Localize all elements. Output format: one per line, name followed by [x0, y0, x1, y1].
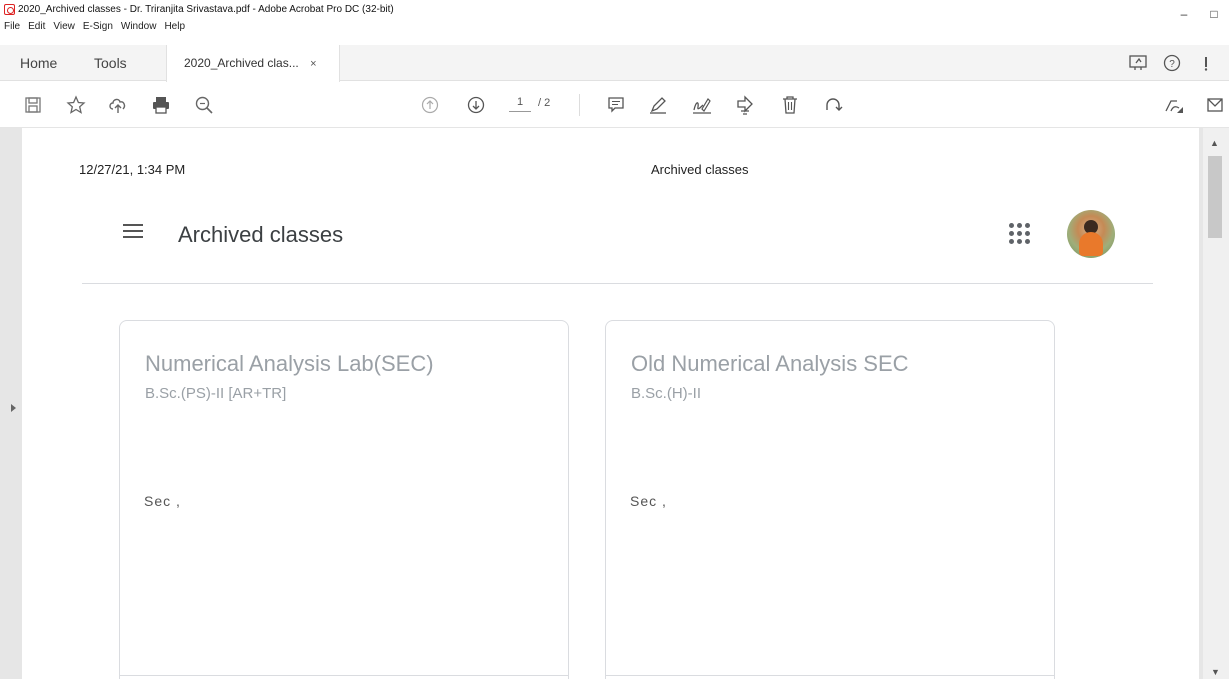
toolbar-divider	[579, 94, 580, 116]
pen-icon[interactable]	[647, 94, 669, 116]
class-card-section-text: Sec ,	[630, 493, 667, 509]
maximize-button[interactable]: □	[1199, 7, 1229, 21]
class-card: Old Numerical Analysis SEC B.Sc.(H)-II S…	[605, 320, 1055, 679]
page-total: / 2	[538, 97, 551, 109]
window-title: 2020_Archived classes - Dr. Triranjita S…	[18, 3, 394, 15]
tab-tools[interactable]: Tools	[94, 45, 127, 81]
close-tab-icon[interactable]: ×	[310, 58, 316, 70]
notifications-icon[interactable]	[1195, 53, 1217, 73]
share-icon[interactable]	[1163, 94, 1185, 116]
vertical-scrollbar[interactable]: ▲ ▼	[1203, 128, 1229, 679]
left-panel-toggle[interactable]	[0, 128, 22, 679]
tab-document[interactable]: 2020_Archived clas... ×	[166, 45, 340, 82]
class-card-subtitle: B.Sc.(H)-II	[631, 385, 701, 402]
menu-help[interactable]: Help	[164, 21, 185, 32]
hamburger-menu-icon	[123, 224, 143, 238]
menu-edit[interactable]: Edit	[28, 21, 45, 32]
menu-view[interactable]: View	[53, 21, 75, 32]
help-icon[interactable]: ?	[1161, 53, 1183, 73]
print-icon[interactable]	[150, 94, 172, 116]
scroll-thumb[interactable]	[1208, 156, 1222, 238]
pdf-page: 12/27/21, 1:34 PM Archived classes Archi…	[22, 128, 1199, 679]
menu-bar: File Edit View E-Sign Window Help	[0, 18, 193, 34]
card-footer-divider	[606, 675, 1054, 676]
stamp-icon[interactable]	[735, 94, 757, 116]
rotate-icon[interactable]	[822, 94, 844, 116]
cloud-upload-icon[interactable]	[107, 94, 129, 116]
trash-icon[interactable]	[779, 94, 801, 116]
arrow-up-circle-icon[interactable]	[419, 94, 441, 116]
class-card: Numerical Analysis Lab(SEC) B.Sc.(PS)-II…	[119, 320, 569, 679]
apps-grid-icon	[1009, 223, 1031, 245]
window-title-bar: 2020_Archived classes - Dr. Triranjita S…	[0, 0, 1229, 18]
pdf-print-title: Archived classes	[651, 162, 749, 177]
page-title: Archived classes	[178, 222, 344, 247]
share-screen-icon[interactable]	[1127, 53, 1149, 73]
expand-arrow-icon[interactable]	[11, 404, 16, 412]
class-card-subtitle: B.Sc.(PS)-II [AR+TR]	[145, 385, 287, 402]
email-icon[interactable]	[1204, 94, 1226, 116]
class-card-title: Old Numerical Analysis SEC	[631, 351, 909, 376]
class-card-section-text: Sec ,	[144, 493, 181, 509]
sign-icon[interactable]	[691, 94, 713, 116]
svg-text:?: ?	[1169, 59, 1175, 70]
document-viewer: 12/27/21, 1:34 PM Archived classes Archi…	[0, 128, 1229, 679]
minimize-button[interactable]: –	[1169, 7, 1199, 21]
pdf-print-timestamp: 12/27/21, 1:34 PM	[79, 162, 186, 177]
arrow-down-circle-icon[interactable]	[465, 94, 487, 116]
scroll-up-icon[interactable]: ▲	[1210, 138, 1219, 148]
card-footer-divider	[120, 675, 568, 676]
avatar	[1067, 210, 1115, 258]
acrobat-logo-icon	[4, 3, 15, 15]
main-toolbar: 1 / 2	[0, 82, 1229, 128]
window-controls: – □	[1169, 0, 1229, 28]
star-icon[interactable]	[65, 94, 87, 116]
scroll-down-icon[interactable]: ▼	[1211, 667, 1220, 677]
class-card-title: Numerical Analysis Lab(SEC)	[145, 351, 434, 376]
menu-esign[interactable]: E-Sign	[83, 21, 113, 32]
menu-window[interactable]: Window	[121, 21, 157, 32]
save-icon[interactable]	[22, 94, 44, 116]
header-divider	[82, 283, 1153, 284]
page-number-input[interactable]: 1	[509, 96, 531, 112]
tab-bar: Home Tools 2020_Archived clas... × ?	[0, 45, 1229, 82]
tab-document-label: 2020_Archived clas...	[184, 56, 299, 70]
menu-file[interactable]: File	[4, 21, 20, 32]
tabbar-right-icons: ?	[1127, 53, 1229, 73]
zoom-icon[interactable]	[193, 94, 215, 116]
tab-home[interactable]: Home	[20, 45, 57, 81]
comment-icon[interactable]	[605, 94, 627, 116]
